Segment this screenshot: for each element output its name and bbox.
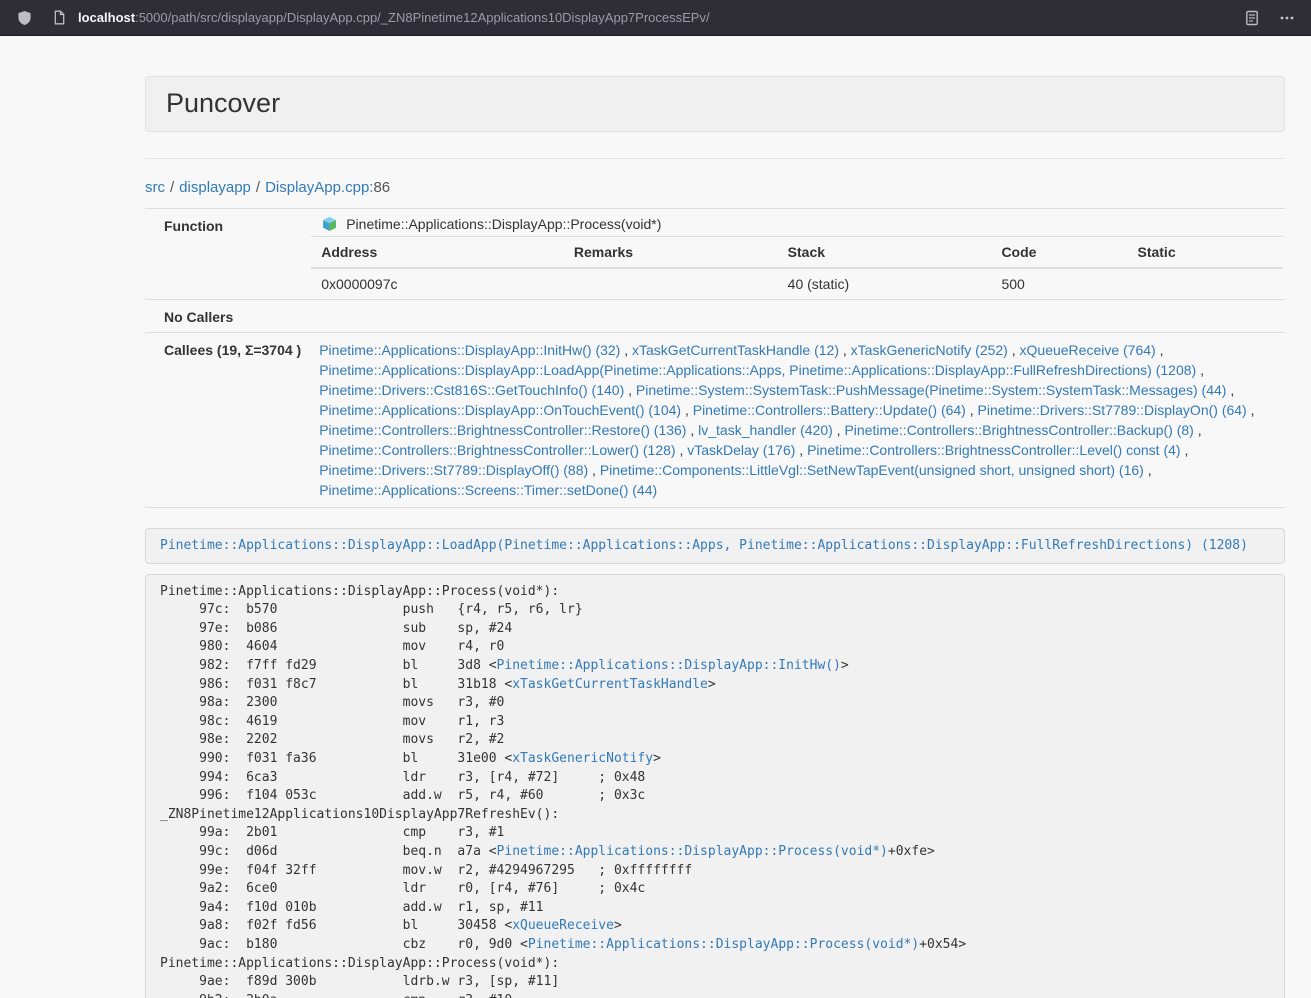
- breadcrumb-link-src[interactable]: src: [145, 179, 165, 196]
- column-header-stack: Stack: [778, 236, 992, 268]
- callees-label: Callees (19, Σ=3704 ): [145, 332, 309, 507]
- callee-link[interactable]: Pinetime::Drivers::St7789::DisplayOff() …: [319, 462, 588, 478]
- callee-link[interactable]: xTaskGetCurrentTaskHandle (12): [632, 342, 839, 358]
- breadcrumb-link-file[interactable]: DisplayApp.cpp:: [265, 179, 373, 196]
- callees-row: Callees (19, Σ=3704 ) Pinetime::Applicat…: [145, 332, 1285, 507]
- column-header-static: Static: [1127, 236, 1283, 268]
- callee-link[interactable]: Pinetime::Controllers::BrightnessControl…: [319, 442, 675, 458]
- url-text: localhost:5000/path/src/displayapp/Displ…: [78, 10, 710, 25]
- disassembly-code: Pinetime::Applications::DisplayApp::Proc…: [145, 574, 1285, 998]
- metrics-header-row: Address Remarks Stack Code Static: [311, 236, 1283, 268]
- cell-address: 0x0000097c: [311, 268, 564, 299]
- callee-link[interactable]: lv_task_handler (420): [698, 422, 833, 438]
- function-row-label: Function: [145, 208, 309, 299]
- no-callers-content: [309, 299, 1285, 332]
- loadapp-link[interactable]: Pinetime::Applications::DisplayApp::Load…: [160, 538, 1248, 553]
- cell-code: 500: [991, 268, 1127, 299]
- callee-link[interactable]: Pinetime::Applications::DisplayApp::Load…: [319, 362, 1196, 378]
- divider: [145, 158, 1285, 159]
- column-header-code: Code: [991, 236, 1127, 268]
- no-callers-row: No Callers: [145, 299, 1285, 332]
- callee-link[interactable]: Pinetime::Controllers::Battery::Update()…: [693, 402, 966, 418]
- callee-link[interactable]: Pinetime::Controllers::BrightnessControl…: [844, 422, 1193, 438]
- callee-link[interactable]: Pinetime::Drivers::Cst816S::GetTouchInfo…: [319, 382, 624, 398]
- metrics-table: Address Remarks Stack Code Static 0x0000…: [311, 236, 1283, 299]
- breadcrumb-line-number: 86: [373, 179, 390, 196]
- browser-toolbar: localhost:5000/path/src/displayapp/Displ…: [0, 0, 1311, 36]
- no-callers-label: No Callers: [145, 299, 309, 332]
- callee-link[interactable]: xQueueReceive (764): [1020, 342, 1156, 358]
- function-signature-row: Pinetime::Applications::DisplayApp::Proc…: [311, 209, 1283, 236]
- url-bar[interactable]: localhost:5000/path/src/displayapp/Displ…: [49, 8, 1227, 28]
- function-row-content: Pinetime::Applications::DisplayApp::Proc…: [309, 208, 1285, 299]
- column-header-address: Address: [311, 236, 564, 268]
- callee-link[interactable]: Pinetime::Components::LittleVgl::SetNewT…: [600, 462, 1144, 478]
- app-header-panel: Puncover: [145, 76, 1285, 132]
- url-path: :5000/path/src/displayapp/DisplayApp.cpp…: [135, 10, 710, 25]
- function-row: Function Pinetime::Applications::Display…: [145, 208, 1285, 299]
- page-title: Puncover: [166, 89, 1264, 119]
- callee-link[interactable]: Pinetime::Controllers::BrightnessControl…: [807, 442, 1180, 458]
- overflow-menu-icon[interactable]: [1277, 8, 1297, 28]
- code-symbol-link[interactable]: xQueueReceive: [512, 918, 614, 933]
- function-info-table: Function Pinetime::Applications::Display…: [145, 208, 1285, 508]
- breadcrumb-separator: /: [170, 179, 174, 196]
- breadcrumb-link-displayapp[interactable]: displayapp: [179, 179, 251, 196]
- metrics-value-row: 0x0000097c 40 (static) 500: [311, 268, 1283, 299]
- code-symbol-link[interactable]: xTaskGenericNotify: [512, 751, 653, 766]
- callee-link[interactable]: Pinetime::Applications::DisplayApp::Init…: [319, 342, 620, 358]
- column-header-remarks: Remarks: [564, 236, 778, 268]
- callee-link[interactable]: Pinetime::System::SystemTask::PushMessag…: [636, 382, 1227, 398]
- code-symbol-link[interactable]: Pinetime::Applications::DisplayApp::Init…: [497, 658, 841, 673]
- method-icon: [321, 216, 338, 233]
- callee-link[interactable]: vTaskDelay (176): [687, 442, 795, 458]
- cell-static: [1127, 268, 1283, 299]
- function-name: Pinetime::Applications::DisplayApp::Proc…: [346, 216, 661, 232]
- code-symbol-link[interactable]: Pinetime::Applications::DisplayApp::Proc…: [528, 937, 919, 952]
- callees-list: Pinetime::Applications::DisplayApp::Init…: [309, 332, 1285, 507]
- code-symbol-link[interactable]: xTaskGetCurrentTaskHandle: [512, 677, 708, 692]
- cell-stack: 40 (static): [778, 268, 992, 299]
- breadcrumb-separator: /: [256, 179, 260, 196]
- callee-link[interactable]: Pinetime::Drivers::St7789::DisplayOn() (…: [978, 402, 1247, 418]
- page-icon: [49, 8, 69, 28]
- callee-link[interactable]: Pinetime::Controllers::BrightnessControl…: [319, 422, 686, 438]
- reader-view-icon[interactable]: [1242, 8, 1262, 28]
- breadcrumb: src / displayapp / DisplayApp.cpp:86: [145, 179, 1285, 196]
- callee-link[interactable]: Pinetime::Applications::Screens::Timer::…: [319, 482, 657, 498]
- loadapp-panel: Pinetime::Applications::DisplayApp::Load…: [145, 528, 1285, 564]
- callee-link[interactable]: Pinetime::Applications::DisplayApp::OnTo…: [319, 402, 681, 418]
- code-symbol-link[interactable]: Pinetime::Applications::DisplayApp::Proc…: [497, 844, 888, 859]
- url-host: localhost: [78, 10, 135, 25]
- cell-remarks: [564, 268, 778, 299]
- shield-icon[interactable]: [14, 8, 34, 28]
- page-container: Puncover src / displayapp / DisplayApp.cpp:8…: [145, 76, 1285, 998]
- callee-link[interactable]: xTaskGenericNotify (252): [851, 342, 1008, 358]
